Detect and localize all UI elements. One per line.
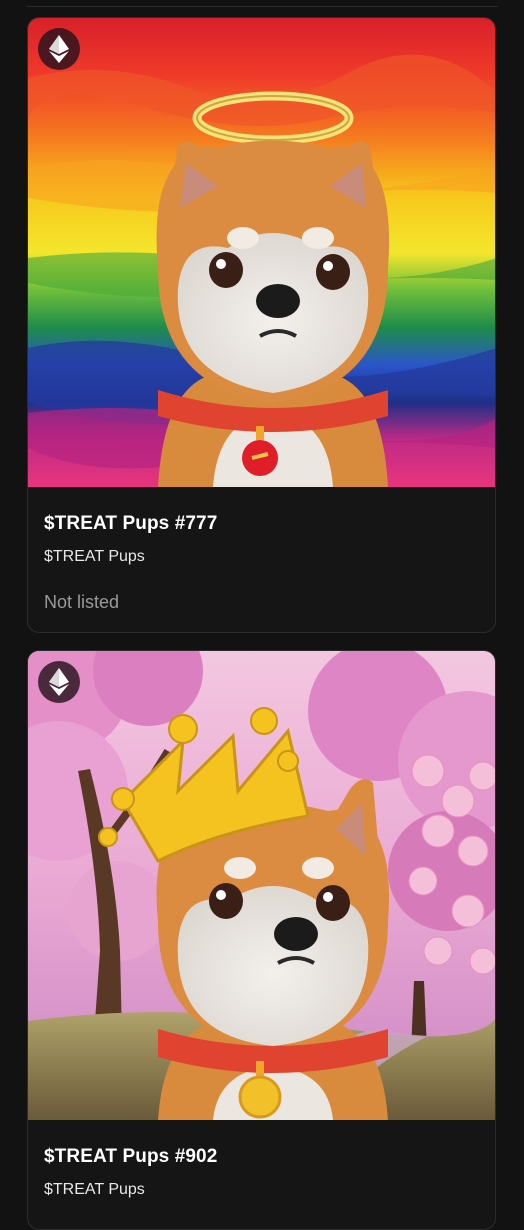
listing-status: Not listed <box>44 592 120 612</box>
collection-name[interactable]: $TREAT Pups <box>44 1180 479 1200</box>
ethereum-icon <box>38 661 80 703</box>
nft-title[interactable]: $TREAT Pups #777 <box>44 513 479 535</box>
ethereum-icon <box>38 28 80 70</box>
nft-title[interactable]: $TREAT Pups #902 <box>44 1146 479 1168</box>
nft-card[interactable]: $TREAT Pups #902 $TREAT Pups <box>27 650 496 1230</box>
nft-image[interactable] <box>28 651 495 1120</box>
nft-feed: $TREAT Pups #777 $TREAT Pups Not listed <box>0 0 524 1230</box>
collection-name[interactable]: $TREAT Pups <box>44 547 479 567</box>
nft-card[interactable]: $TREAT Pups #777 $TREAT Pups Not listed <box>27 17 496 633</box>
nft-image[interactable] <box>28 18 495 487</box>
